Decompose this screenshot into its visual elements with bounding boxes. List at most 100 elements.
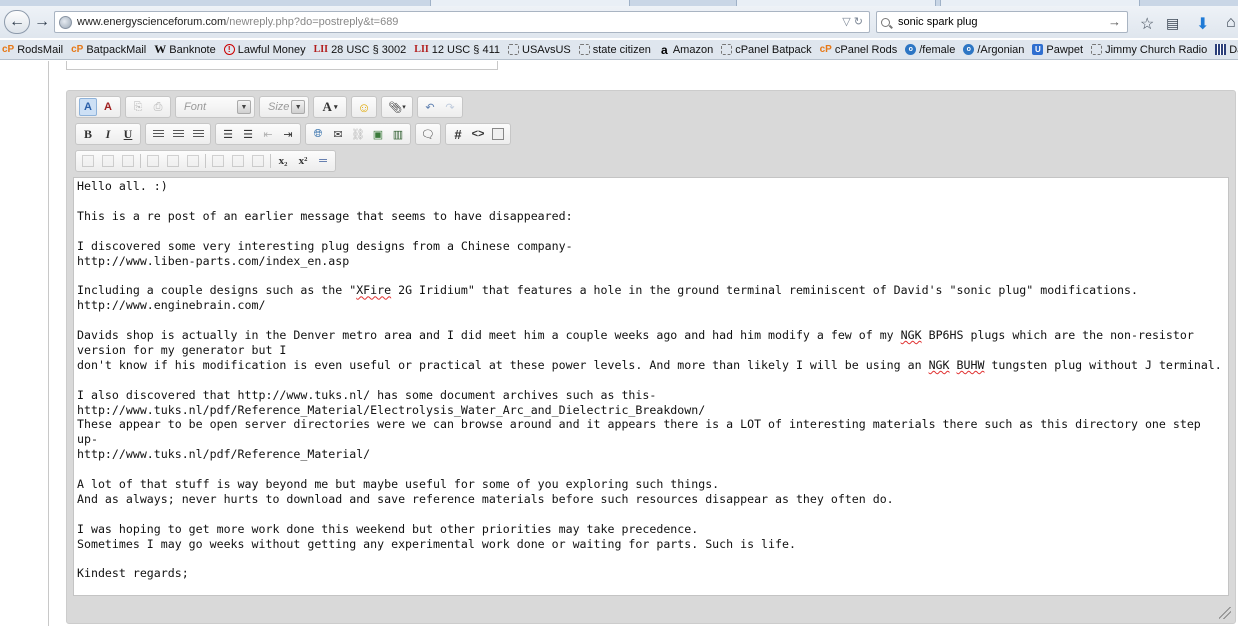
table-row-icon[interactable] — [99, 152, 117, 170]
code-button[interactable]: <> — [469, 125, 487, 143]
align-center-icon[interactable] — [169, 125, 187, 143]
quote-icon[interactable]: 🗨︎ — [419, 125, 437, 143]
bookmark-label: RodsMail — [17, 43, 64, 56]
underline-button[interactable]: U — [119, 125, 137, 143]
bookmark-label: /female — [919, 43, 956, 56]
text-segment: Sometimes I may go weeks without getting… — [77, 536, 796, 551]
email-link-icon[interactable]: ✉ — [329, 125, 347, 143]
paste-icon[interactable]: ⎘ — [129, 98, 147, 116]
bookmark-item[interactable]: cPanel Batpack — [721, 44, 812, 56]
bookmark-item[interactable]: USAvsUS — [508, 44, 571, 56]
forward-arrow-icon: → — [34, 13, 50, 30]
bookmark-label: Jimmy Church Radio — [1105, 43, 1208, 56]
url-bar[interactable]: www.energyscienceforum.com/newreply.php?… — [54, 11, 870, 33]
blank-page-icon — [578, 44, 590, 55]
insert-row-after-icon[interactable] — [164, 152, 182, 170]
smiley-icon[interactable]: ☺ — [355, 98, 373, 116]
grid-icon — [1215, 44, 1227, 55]
font-select-label: Font — [184, 101, 207, 113]
bookmark-item[interactable]: cP cPanel Rods — [820, 44, 898, 56]
bold-button[interactable]: B — [79, 125, 97, 143]
editor-toolbar-row-2: B I U ☰ ☰ ⇤ ⇥ 🌐︎ ✉ ⛓︎ ▣ ▥ 🗨︎ # <> — [75, 123, 515, 145]
link-icon[interactable]: 🌐︎ — [309, 125, 327, 143]
bookmark-item[interactable]: ! Lawful Money — [223, 44, 306, 56]
bookmark-item[interactable]: cP RodsMail — [2, 44, 63, 56]
blank-page-icon — [1091, 44, 1103, 55]
attachment-icon[interactable]: 📎︎ ▾ — [385, 98, 409, 116]
paste-text-icon[interactable]: ⎙ — [149, 98, 167, 116]
bookmarks-toolbar: cP RodsMail cP BatpackMail W Banknote ! Lawful … — [0, 40, 1238, 60]
insert-video-icon[interactable]: ▥ — [389, 125, 407, 143]
delete-column-icon[interactable] — [249, 152, 267, 170]
bookmark-item[interactable]: Jimmy Church Radio — [1091, 44, 1207, 56]
back-button[interactable]: ← — [4, 10, 30, 34]
php-code-icon[interactable] — [489, 125, 507, 143]
bookmark-item[interactable]: a Amazon — [659, 43, 714, 57]
download-icon[interactable]: ⬇ — [1196, 14, 1209, 34]
reading-list-icon[interactable]: ▤ — [1166, 15, 1179, 32]
text-line: This is a re post of an earlier message … — [77, 209, 1225, 224]
size-select[interactable]: Size ▼ — [259, 96, 309, 118]
text-segment: Davids shop is actually in the Denver me… — [77, 328, 901, 342]
indent-icon[interactable]: ⇥ — [279, 125, 297, 143]
table-icon[interactable] — [79, 152, 97, 170]
table-column-icon[interactable] — [119, 152, 137, 170]
text-line: Sometimes I may go weeks without getting… — [77, 537, 1225, 552]
insert-column-icon[interactable] — [209, 152, 227, 170]
star-bookmark-icon[interactable]: ☆ — [1140, 14, 1154, 34]
undo-icon[interactable]: ↶ — [421, 98, 439, 116]
redo-icon[interactable]: ↷ — [441, 98, 459, 116]
reload-icon[interactable]: ↻ — [854, 16, 863, 28]
bookmark-item[interactable]: Dark Matter Ra — [1215, 44, 1238, 56]
search-input[interactable]: sonic spark plug — [898, 16, 978, 28]
align-right-icon[interactable] — [189, 125, 207, 143]
align-left-icon[interactable] — [149, 125, 167, 143]
horizontal-rule-icon[interactable]: ═ — [314, 152, 332, 170]
forward-button[interactable]: → — [32, 10, 52, 34]
delete-row-icon[interactable] — [184, 152, 202, 170]
resize-grip-icon[interactable] — [1219, 607, 1231, 619]
font-select[interactable]: Font ▼ — [175, 96, 255, 118]
outdent-icon[interactable]: ⇤ — [259, 125, 277, 143]
bookmark-item[interactable]: U Pawpet — [1032, 44, 1083, 56]
unordered-list-icon[interactable]: ☰ — [239, 125, 257, 143]
pawpet-icon: U — [1032, 44, 1044, 55]
url-dropdown-icon[interactable]: ▽ ↻ — [842, 15, 863, 28]
bookmark-item[interactable]: cP BatpackMail — [71, 44, 146, 56]
misspelled-word: NGK — [928, 357, 950, 372]
size-select-label: Size — [268, 101, 290, 113]
text-line: http://www.tuks.nl/pdf/Reference_Materia… — [77, 403, 1225, 418]
search-bar[interactable]: sonic spark plug → — [876, 11, 1128, 33]
left-rail-divider — [48, 61, 49, 626]
bookmark-item[interactable]: state citizen — [578, 44, 651, 56]
ordered-list-icon[interactable]: ☰ — [219, 125, 237, 143]
title-input[interactable] — [66, 61, 498, 70]
hash-tag-button[interactable]: # — [449, 125, 467, 143]
wysiwyg-mode-icon[interactable]: A — [79, 98, 97, 116]
bookmark-label: Amazon — [672, 43, 714, 56]
text-segment: http://www.enginebrain.com/ — [77, 298, 266, 313]
insert-image-icon[interactable]: ▣ — [369, 125, 387, 143]
bookmark-item[interactable]: o/female — [905, 44, 955, 56]
bookmark-item[interactable]: LII 12 USC § 411 — [414, 44, 500, 56]
bookmark-label: Banknote — [169, 43, 216, 56]
search-go-icon[interactable]: → — [1108, 14, 1121, 29]
insert-column-after-icon[interactable] — [229, 152, 247, 170]
font-color-icon[interactable]: A ▾ — [317, 98, 343, 116]
text-line: I was hoping to get more work done this … — [77, 522, 1225, 537]
unlink-icon[interactable]: ⛓︎ — [349, 125, 367, 143]
remove-format-icon[interactable]: A — [99, 98, 117, 116]
home-icon[interactable]: ⌂ — [1226, 14, 1236, 32]
text-line: http://www.enginebrain.com/ — [77, 298, 1225, 313]
message-textarea[interactable]: Hello all. :) This is a re post of an ear… — [73, 177, 1229, 596]
superscript-button[interactable]: x² — [294, 152, 312, 170]
bookmark-item[interactable]: LII 28 USC § 3002 — [314, 44, 407, 56]
italic-button[interactable]: I — [99, 125, 117, 143]
bookmark-item[interactable]: o/Argonian — [963, 44, 1024, 56]
subscript-button[interactable]: x₂ — [274, 152, 292, 170]
insert-row-icon[interactable] — [144, 152, 162, 170]
bookmark-item[interactable]: W Banknote — [154, 42, 216, 56]
align-group — [145, 123, 211, 145]
